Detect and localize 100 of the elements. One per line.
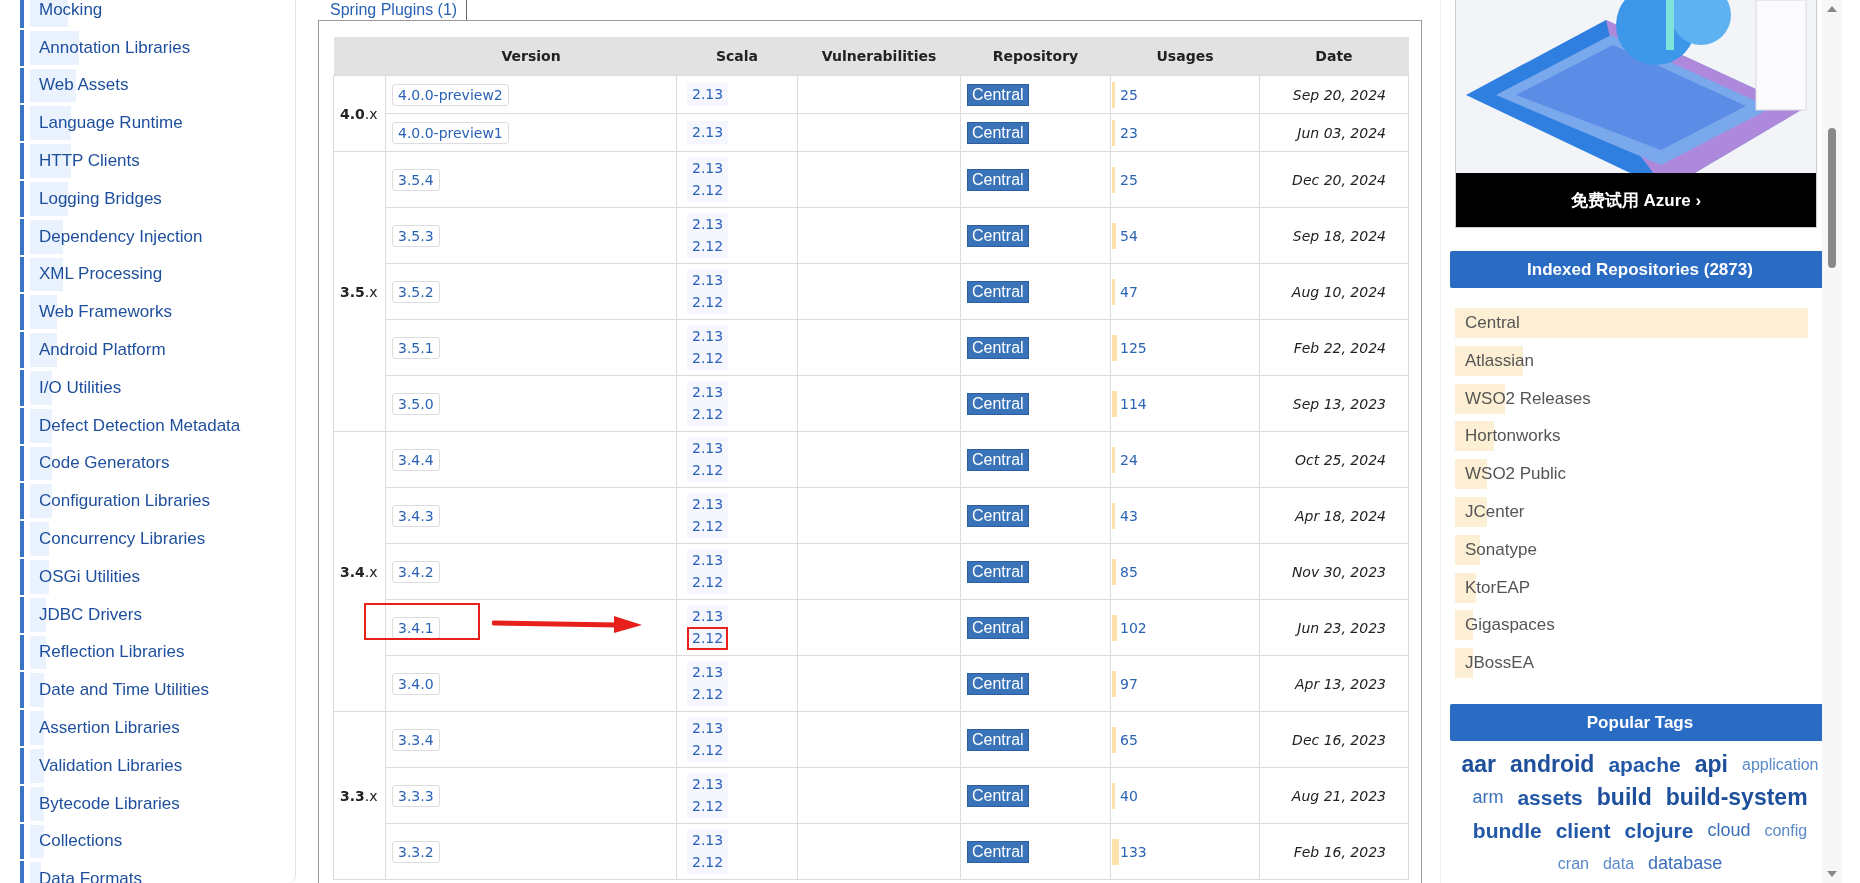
repository-item[interactable]: WSO2 Public [1455,459,1812,490]
tag-link[interactable]: apache [1608,749,1681,781]
scala-version-link[interactable]: 2.12 [687,571,729,594]
sidebar-item[interactable]: OSGi Utilities [20,558,295,595]
tag-link[interactable]: aar [1461,749,1497,781]
category-tab[interactable]: Spring Plugins (1) [318,0,468,20]
scala-version-link[interactable]: 2.12 [687,739,729,762]
tag-link[interactable]: bundle [1472,815,1542,847]
sidebar-item[interactable]: Annotation Libraries [20,29,295,66]
sidebar-item[interactable]: Reflection Libraries [20,634,295,671]
repository-item[interactable]: Gigaspaces [1455,610,1812,641]
usages-link[interactable]: 40 [1120,787,1138,804]
scala-version-link[interactable]: 2.12 [687,291,729,314]
sidebar-item[interactable]: Assertion Libraries [20,710,295,746]
usages-link[interactable]: 43 [1120,507,1138,524]
scala-version-link[interactable]: 2.12 [687,403,729,426]
usages-link[interactable]: 47 [1120,283,1138,300]
tag-link[interactable]: application [1742,749,1819,781]
sidebar-item[interactable]: Collections [20,823,295,860]
tag-link[interactable]: build [1596,782,1652,814]
tag-link[interactable]: api [1694,749,1728,781]
scala-version-link[interactable]: 2.12 [687,851,729,874]
version-link[interactable]: 3.4.1 [392,616,440,639]
sidebar-item[interactable]: Logging Bridges [20,181,295,217]
scala-version-link[interactable]: 2.12 [687,683,729,706]
version-link[interactable]: 3.5.1 [392,336,440,359]
version-link[interactable]: 3.4.0 [392,672,440,695]
tag-link[interactable]: cloud [1707,815,1751,847]
sidebar-item[interactable]: Concurrency Libraries [20,521,295,557]
scala-version-link[interactable]: 2.13 [687,269,729,292]
tag-link[interactable]: client [1555,815,1611,847]
usages-link[interactable]: 125 [1120,339,1147,356]
tag-link[interactable]: clojure [1624,815,1694,847]
sidebar-item[interactable]: Web Assets [20,67,295,104]
scala-version-link[interactable]: 2.12 [687,459,729,482]
sidebar-item[interactable]: Language Runtime [20,105,295,142]
scala-version-link[interactable]: 2.13 [687,493,729,516]
usages-link[interactable]: 65 [1120,731,1138,748]
version-link[interactable]: 3.3.4 [392,728,440,751]
scala-version-link[interactable]: 2.12 [687,515,729,538]
version-link[interactable]: 3.5.3 [392,224,440,247]
sidebar-item[interactable]: XML Processing [20,256,295,293]
scala-version-link[interactable]: 2.13 [687,773,729,796]
sidebar-item[interactable]: Defect Detection Metadata [20,407,295,444]
version-link[interactable]: 4.0.0-preview1 [392,121,509,144]
repository-item[interactable]: JCenter [1455,497,1812,527]
sidebar-item[interactable]: HTTP Clients [20,143,295,179]
usages-link[interactable]: 85 [1120,563,1138,580]
scala-version-link[interactable]: 2.13 [687,549,729,572]
ad-cta-link[interactable]: 免费试用 Azure › [1456,173,1816,227]
scala-version-link[interactable]: 2.13 [687,605,729,628]
scala-version-link[interactable]: 2.13 [687,829,729,852]
repository-item[interactable]: Atlassian [1455,345,1812,376]
scala-version-link[interactable]: 2.13 [687,83,729,106]
tag-link[interactable]: android [1510,749,1595,781]
usages-link[interactable]: 25 [1120,86,1138,103]
sidebar-item[interactable]: Validation Libraries [20,747,295,784]
version-link[interactable]: 3.5.4 [392,168,440,191]
tag-link[interactable]: arm [1472,782,1504,814]
scala-version-link[interactable]: 2.13 [687,717,729,740]
repository-item[interactable]: KtorEAP [1455,572,1812,603]
version-link[interactable]: 3.3.2 [392,840,440,863]
repository-item[interactable]: JBossEA [1455,648,1812,679]
repository-item[interactable]: Sonatype [1455,534,1812,565]
sidebar-item[interactable]: Date and Time Utilities [20,672,295,709]
scala-version-link[interactable]: 2.13 [687,381,729,404]
scala-version-link[interactable]: 2.13 [687,325,729,348]
usages-link[interactable]: 114 [1120,395,1147,412]
version-link[interactable]: 3.4.3 [392,504,440,527]
scala-version-link[interactable]: 2.13 [687,661,729,684]
version-link[interactable]: 3.3.3 [392,784,440,807]
tag-link[interactable]: build-system [1665,782,1808,814]
usages-link[interactable]: 23 [1120,124,1138,141]
scala-version-link[interactable]: 2.13 [687,121,729,144]
scala-version-link[interactable]: 2.12 [687,627,729,650]
sidebar-item[interactable]: Bytecode Libraries [20,785,295,822]
tag-link[interactable]: cran [1557,848,1589,880]
usages-link[interactable]: 102 [1120,619,1147,636]
version-link[interactable]: 3.5.0 [392,392,440,415]
version-link[interactable]: 3.4.4 [392,448,440,471]
scala-version-link[interactable]: 2.12 [687,795,729,818]
sidebar-item[interactable]: Mocking [20,0,295,28]
repository-item[interactable]: WSO2 Releases [1455,383,1812,414]
sidebar-item[interactable]: Configuration Libraries [20,483,295,520]
sidebar-item[interactable]: Dependency Injection [20,218,295,255]
scrollbar[interactable] [1822,0,1842,883]
repository-item[interactable]: Central [1455,308,1812,338]
usages-link[interactable]: 24 [1120,451,1138,468]
scala-version-link[interactable]: 2.12 [687,179,729,202]
usages-link[interactable]: 54 [1120,227,1138,244]
version-link[interactable]: 3.5.2 [392,280,440,303]
scala-version-link[interactable]: 2.13 [687,157,729,180]
scala-version-link[interactable]: 2.13 [687,437,729,460]
sidebar-item[interactable]: JDBC Drivers [20,596,295,633]
version-link[interactable]: 4.0.0-preview2 [392,83,509,106]
tag-link[interactable]: database [1648,848,1723,880]
usages-link[interactable]: 133 [1120,843,1147,860]
sidebar-item[interactable]: Code Generators [20,445,295,482]
version-link[interactable]: 3.4.2 [392,560,440,583]
tag-link[interactable]: config [1764,815,1808,847]
